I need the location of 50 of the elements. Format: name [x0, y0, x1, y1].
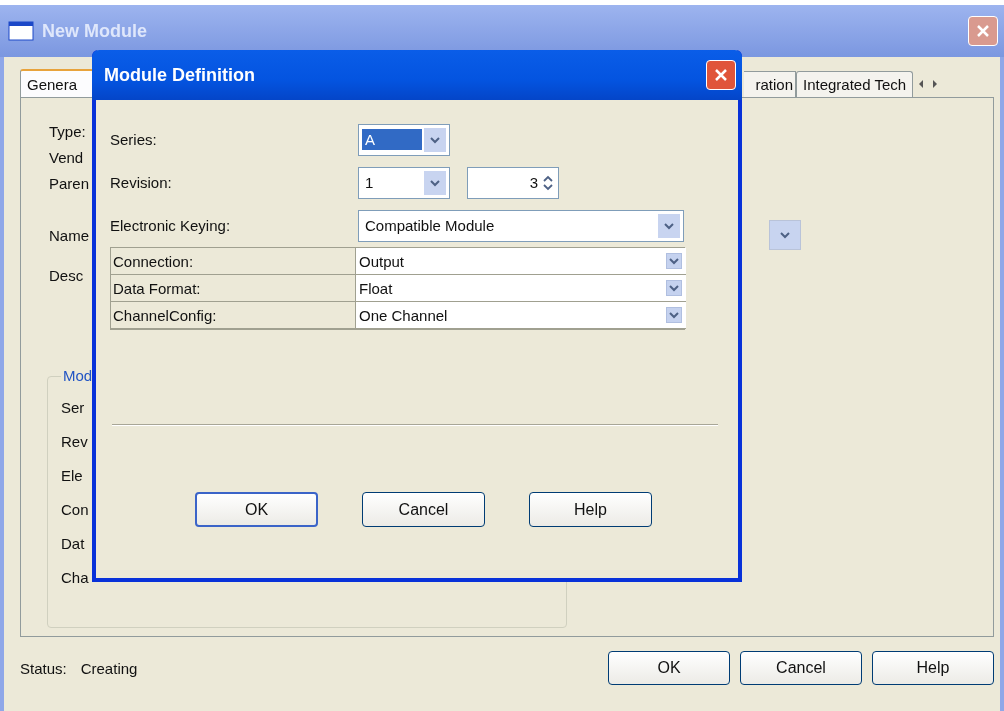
property-value-dropdown[interactable]: Float — [356, 275, 686, 302]
combo-value: Compatible Module — [364, 216, 496, 236]
dialog-button[interactable]: Cancel — [362, 492, 485, 527]
property-name: Data Format: — [111, 275, 356, 302]
field-label: Vend — [49, 148, 85, 166]
combo-box[interactable]: 1 — [358, 166, 450, 199]
field-label: Cha — [61, 569, 89, 588]
dialog-title: Module Definition — [104, 64, 255, 86]
window-title: New Module — [42, 20, 147, 42]
group-title: Mod — [61, 367, 95, 384]
tab[interactable]: Genera — [20, 69, 94, 97]
combo-value: A — [362, 129, 422, 150]
chevron-down-icon[interactable] — [779, 231, 791, 239]
spinner-field[interactable]: 3 — [467, 166, 559, 199]
field-label: Type: — [49, 122, 87, 140]
status-value: Creating — [80, 659, 138, 677]
property-value-dropdown[interactable]: One Channel — [356, 302, 686, 329]
dialog-button[interactable]: Help — [529, 492, 652, 527]
dialog-button[interactable]: Cancel — [740, 651, 862, 685]
field-label: Paren — [49, 174, 91, 192]
field-label: Electronic Keying: — [110, 217, 232, 234]
status-label: Status: — [20, 659, 67, 677]
dropdown-button[interactable] — [769, 220, 801, 250]
close-icon[interactable] — [975, 23, 991, 39]
field-label: Ele — [61, 467, 83, 486]
field-label: Rev — [61, 433, 88, 452]
field-label: Con — [61, 501, 89, 520]
field-label: Ser — [61, 399, 85, 418]
close-icon[interactable] — [713, 67, 729, 83]
dialog-button[interactable]: OK — [195, 492, 318, 527]
dialog-button[interactable]: OK — [608, 651, 730, 685]
window-icon — [8, 21, 34, 41]
close-button[interactable] — [968, 16, 998, 46]
tab[interactable]: Integrated Tech — [796, 71, 914, 97]
close-button[interactable] — [706, 60, 736, 90]
combo-box[interactable]: Compatible Module — [358, 209, 684, 242]
combo-value: 1 — [364, 173, 375, 193]
property-value-dropdown[interactable]: Output — [356, 248, 686, 275]
field-label: Revision: — [110, 174, 173, 191]
property-name: ChannelConfig: — [111, 302, 356, 329]
combo-box[interactable]: A — [358, 123, 450, 156]
dialog-button[interactable]: Help — [872, 651, 994, 685]
left-arrow-icon[interactable] — [917, 79, 926, 89]
right-arrow-icon[interactable] — [931, 79, 940, 89]
tab[interactable]: ration — [744, 71, 796, 97]
field-label: Name — [49, 226, 90, 244]
field-label: Series: — [110, 131, 158, 148]
field-label: Dat — [61, 535, 85, 554]
property-name: Connection: — [111, 248, 356, 275]
field-label: Desc — [49, 266, 85, 284]
